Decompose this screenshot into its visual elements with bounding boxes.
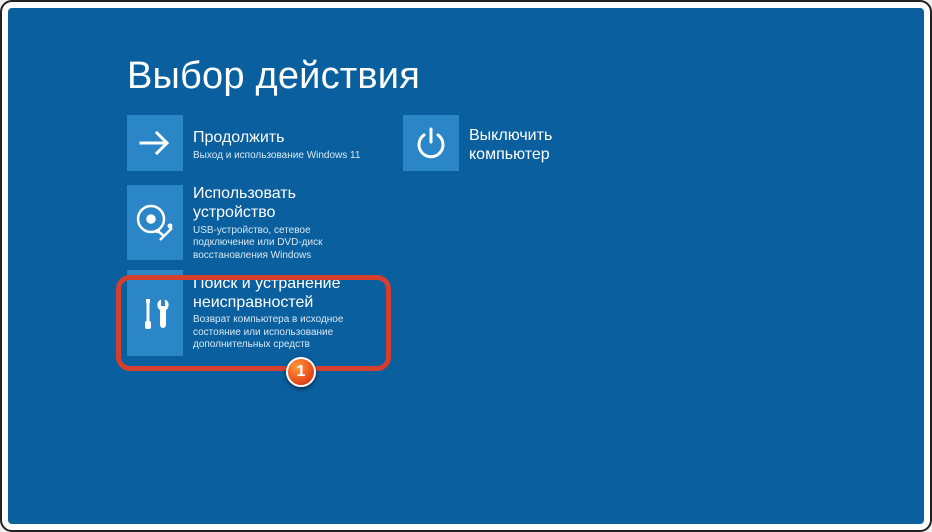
tile-use-device[interactable]: Использовать устройство USB-устройство, …: [127, 185, 381, 262]
tile-label: Поиск и устранение неисправностей: [193, 275, 368, 313]
annotation-badge-1: 1: [286, 357, 316, 387]
power-icon: [403, 115, 459, 171]
tile-continue[interactable]: Продолжить Выход и использование Windows…: [127, 115, 381, 177]
page-title: Выбор действия: [127, 55, 420, 98]
tile-label: Выключить компьютер: [469, 127, 579, 165]
tile-shutdown[interactable]: Выключить компьютер: [403, 115, 657, 177]
disc-usb-icon: [127, 185, 183, 260]
wrench-screwdriver-icon: [127, 270, 183, 356]
annotation-number: 1: [297, 363, 306, 381]
tile-text: Продолжить Выход и использование Windows…: [183, 115, 381, 177]
tile-row: Продолжить Выход и использование Windows…: [127, 115, 827, 177]
tile-row: Использовать устройство USB-устройство, …: [127, 185, 827, 262]
tile-desc: USB-устройство, сетевое подключение или …: [193, 225, 363, 263]
recovery-environment-screen: Выбор действия Продолжить Выход и исполь…: [8, 8, 924, 524]
tile-text: Выключить компьютер: [459, 115, 657, 177]
tiles-grid: Продолжить Выход и использование Windows…: [127, 115, 827, 364]
tile-desc: Выход и использование Windows 11: [193, 150, 381, 163]
arrow-right-icon: [127, 115, 183, 171]
tile-text: Использовать устройство USB-устройство, …: [183, 185, 381, 262]
tile-text: Поиск и устранение неисправностей Возвра…: [183, 270, 381, 356]
tile-troubleshoot[interactable]: Поиск и устранение неисправностей Возвра…: [127, 270, 381, 356]
tile-label: Продолжить: [193, 129, 381, 148]
screenshot-frame: Выбор действия Продолжить Выход и исполь…: [0, 0, 932, 532]
tile-label: Использовать устройство: [193, 185, 381, 223]
tile-row: Поиск и устранение неисправностей Возвра…: [127, 270, 827, 356]
tile-desc: Возврат компьютера в исходное состояние …: [193, 314, 368, 352]
